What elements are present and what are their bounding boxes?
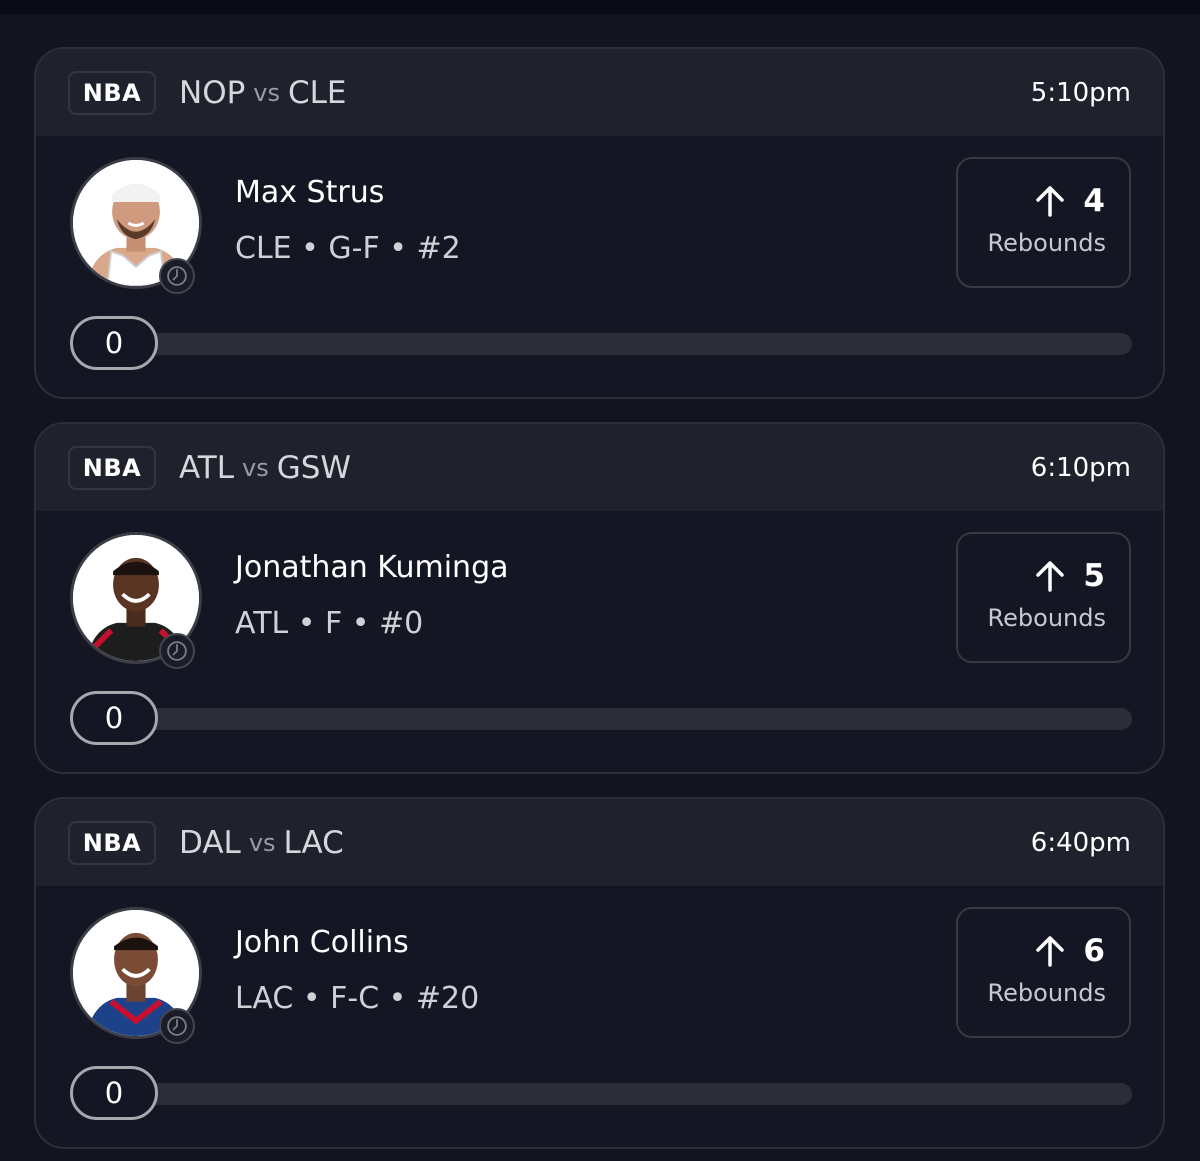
game-time: 5:10pm <box>1030 78 1131 108</box>
player-name: Jonathan Kuminga <box>235 550 509 585</box>
progress-value: 0 <box>70 691 158 745</box>
team-home: GSW <box>276 450 352 486</box>
stat-line-button[interactable]: 5 Rebounds <box>956 532 1131 663</box>
card-header: NBA ATL vs GSW 6:10pm <box>36 424 1163 511</box>
arrow-up-icon <box>1036 186 1065 217</box>
vs-label: vs <box>248 829 276 857</box>
team-away: NOP <box>179 75 246 111</box>
game-time: 6:10pm <box>1030 453 1131 483</box>
team-away: DAL <box>179 825 241 861</box>
team-away: ATL <box>179 450 235 486</box>
team-home: LAC <box>283 825 344 861</box>
stat-value: 5 <box>1083 558 1105 594</box>
prop-card[interactable]: NBA ATL vs GSW 6:10pm Jonathan Kuminga A… <box>34 422 1165 774</box>
player-meta: CLE • G-F • #2 <box>235 231 461 266</box>
progress-track <box>126 1083 1132 1105</box>
player-name: Max Strus <box>235 175 385 210</box>
clock-icon <box>159 633 195 669</box>
stat-label: Rebounds <box>987 229 1106 257</box>
clock-icon <box>159 1008 195 1044</box>
stat-label: Rebounds <box>987 604 1106 632</box>
top-status-bar <box>0 0 1200 14</box>
prop-card[interactable]: NBA NOP vs CLE 5:10pm Max Strus CLE • G-… <box>34 47 1165 399</box>
stat-line-button[interactable]: 6 Rebounds <box>956 907 1131 1038</box>
progress-track <box>126 333 1132 355</box>
stat-value: 4 <box>1083 183 1105 219</box>
clock-icon <box>159 258 195 294</box>
arrow-up-icon <box>1036 936 1065 967</box>
stat-label: Rebounds <box>987 979 1106 1007</box>
card-header: NBA DAL vs LAC 6:40pm <box>36 799 1163 886</box>
matchup: NOP vs CLE <box>179 71 347 115</box>
prop-card[interactable]: NBA DAL vs LAC 6:40pm John Collins LAC •… <box>34 797 1165 1149</box>
progress-track <box>126 708 1132 730</box>
stat-value: 6 <box>1083 933 1105 969</box>
game-time: 6:40pm <box>1030 828 1131 858</box>
matchup: DAL vs LAC <box>179 821 344 865</box>
arrow-up-icon <box>1036 561 1065 592</box>
matchup: ATL vs GSW <box>179 446 351 490</box>
progress-value: 0 <box>70 316 158 370</box>
stat-line: 5 <box>1035 558 1105 594</box>
vs-label: vs <box>253 79 281 107</box>
stat-line: 6 <box>1035 933 1105 969</box>
stat-line-button[interactable]: 4 Rebounds <box>956 157 1131 288</box>
league-badge: NBA <box>68 446 156 490</box>
team-home: CLE <box>288 75 347 111</box>
league-badge: NBA <box>68 71 156 115</box>
player-name: John Collins <box>235 925 409 960</box>
progress-value: 0 <box>70 1066 158 1120</box>
stat-line: 4 <box>1035 183 1105 219</box>
vs-label: vs <box>242 454 269 482</box>
card-header: NBA NOP vs CLE 5:10pm <box>36 49 1163 136</box>
league-badge: NBA <box>68 821 156 865</box>
player-meta: LAC • F-C • #20 <box>235 981 480 1016</box>
player-meta: ATL • F • #0 <box>235 606 424 641</box>
